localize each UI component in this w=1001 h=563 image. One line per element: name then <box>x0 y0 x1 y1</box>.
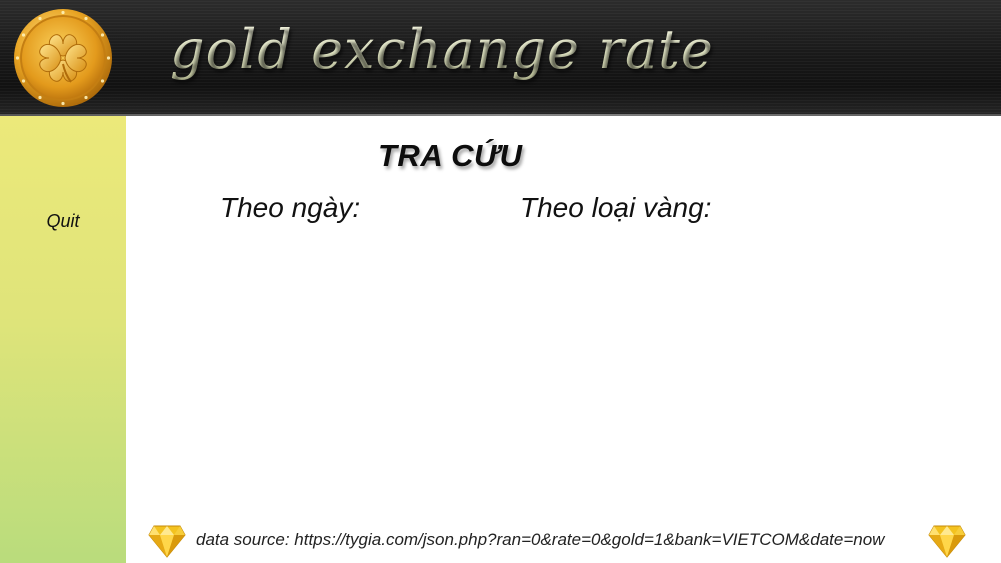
diamond-icon <box>148 525 186 558</box>
header-bar: gold exchange rate <box>0 0 1001 116</box>
quit-button[interactable]: Quit <box>0 208 126 234</box>
section-title: TRA CỨU <box>378 138 523 173</box>
data-source-text: data source: https://tygia.com/json.php?… <box>196 530 885 549</box>
gold-clover-coin-icon <box>14 9 112 107</box>
diamond-icon <box>928 525 966 558</box>
app-title: gold exchange rate <box>170 18 714 81</box>
filter-by-date-label: Theo ngày: <box>220 192 361 223</box>
main-panel: TRA CỨU Theo ngày: Theo loại vàng: data … <box>126 116 1001 563</box>
sidebar: Quit <box>0 116 126 563</box>
filter-by-gold-type-label: Theo loại vàng: <box>520 192 712 223</box>
